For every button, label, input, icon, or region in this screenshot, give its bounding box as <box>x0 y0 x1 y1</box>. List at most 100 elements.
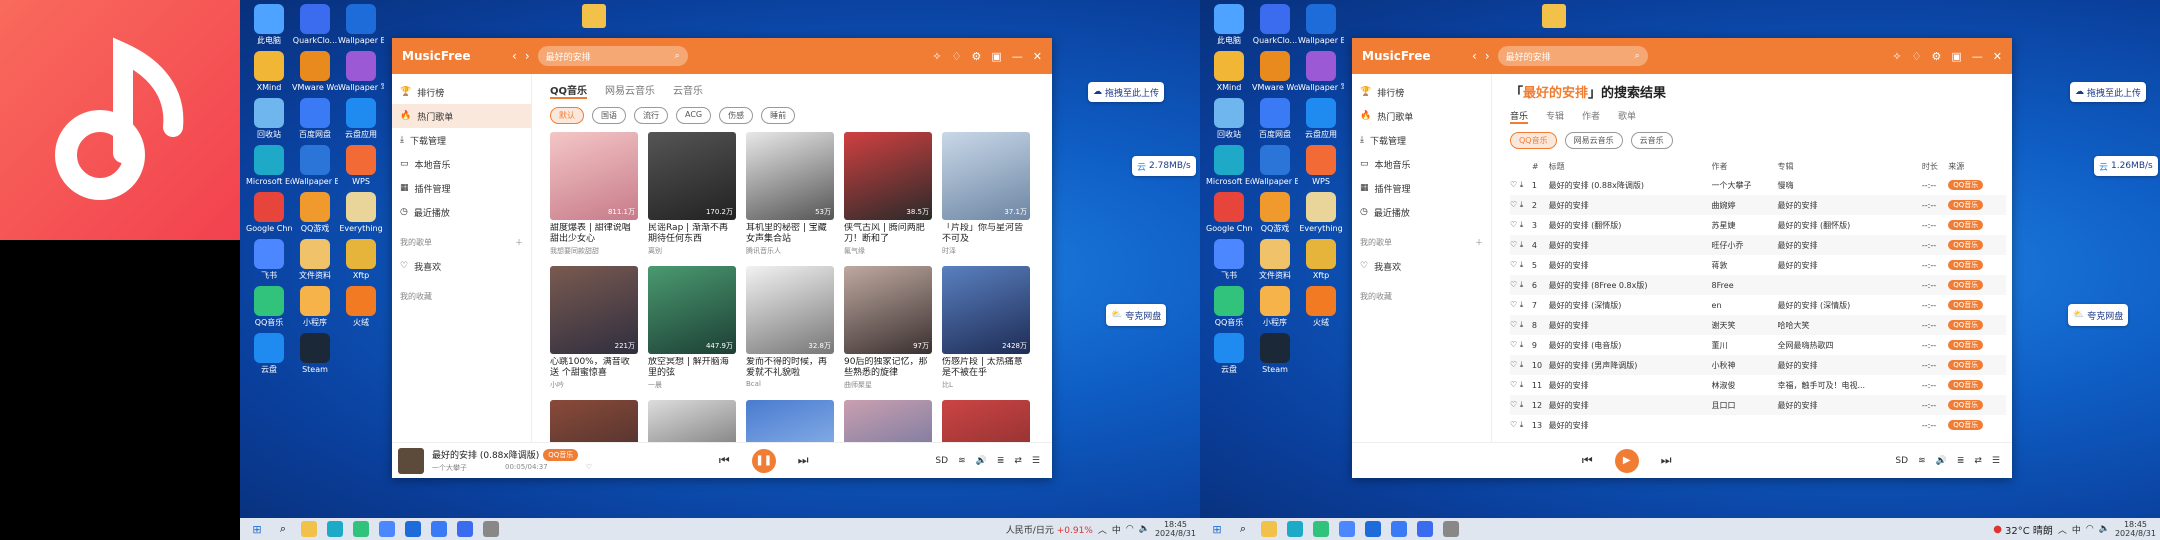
desktop-shortcut[interactable]: QuarkClo... <box>1252 4 1298 50</box>
minimize-icon[interactable]: — <box>1012 50 1023 63</box>
close-icon[interactable]: ✕ <box>1033 50 1042 63</box>
sheet-cover[interactable]: 170.2万 <box>648 132 736 220</box>
clock[interactable]: 18:45 2024/8/31 <box>1155 520 1196 538</box>
sidebar-item-hot[interactable]: 🔥 热门歌单 <box>1352 104 1491 128</box>
app-icon[interactable] <box>1417 521 1433 537</box>
player-option-icon[interactable]: SD <box>935 456 948 466</box>
result-type-tab[interactable]: 音乐 <box>1510 109 1529 124</box>
sheet-cover[interactable]: 2428万 <box>942 266 1030 354</box>
volume-icon[interactable]: 🔈 <box>2099 524 2110 534</box>
player-option-icon[interactable]: ≣ <box>1957 456 1965 466</box>
heart-icon[interactable]: ♡ <box>1510 420 1520 429</box>
source-tag[interactable]: QQ音乐 <box>1948 420 1984 430</box>
add-icon[interactable]: ＋ <box>1475 237 1483 248</box>
result-type-tab[interactable]: 专辑 <box>1546 109 1564 124</box>
sheet-card[interactable]: 811.1万 甜度爆表 | 甜律说唱 甜出少女心 我想要同款甜甜 <box>550 132 638 256</box>
search-input[interactable]: 最好的安排 ⌕ <box>1497 46 1648 66</box>
download-icon[interactable]: ⤓ <box>1520 280 1524 289</box>
play-button[interactable]: ▶ <box>1614 448 1639 473</box>
app-icon[interactable] <box>1339 521 1355 537</box>
file-explorer-icon[interactable] <box>1261 521 1277 537</box>
sidebar-item-rank[interactable]: 🏆 排行榜 <box>392 80 531 104</box>
sidebar-item-local[interactable]: ▭ 本地音乐 <box>1352 152 1491 176</box>
sheet-cover[interactable]: 221万 <box>550 266 638 354</box>
player-option-icon[interactable]: ☰ <box>1992 456 2000 466</box>
shirt-icon[interactable]: ♢ <box>952 50 962 63</box>
settings-icon[interactable]: ⚙ <box>1932 50 1942 63</box>
column-header[interactable]: # <box>1532 157 1549 175</box>
player-option-icon[interactable]: ⇄ <box>1014 456 1022 466</box>
desktop-shortcut[interactable]: WPS <box>338 145 384 191</box>
player-option-icon[interactable]: 🔊 <box>976 456 987 466</box>
heart-icon[interactable]: ♡ <box>1510 400 1520 409</box>
download-icon[interactable]: ⤓ <box>1520 180 1524 189</box>
sheet-card[interactable]: 53万 耳机里的秘密 | 宝藏女声集合站 腾讯音乐人 <box>746 132 834 256</box>
desktop-shortcut[interactable]: Wallpaper Engine <box>338 4 384 50</box>
edge-icon[interactable] <box>327 521 343 537</box>
table-row[interactable]: ♡ ⤓ 8 最好的安排 谢天笑 哈哈大笑 --:-- QQ音乐 <box>1510 315 2006 335</box>
desktop-shortcut[interactable]: VMware Workstati... <box>1252 51 1298 97</box>
table-row[interactable]: ♡ ⤓ 7 最好的安排 (深情版) en 最好的安排 (深情版) --:-- QQ音乐 <box>1510 295 2006 315</box>
minimize-mode-icon[interactable]: ▣ <box>1951 50 1961 63</box>
desktop-shortcut[interactable]: XMind <box>1206 51 1252 97</box>
desktop-shortcut[interactable]: XMind <box>246 51 292 97</box>
desktop-shortcut[interactable]: 文件资料 <box>1252 239 1298 285</box>
app-icon[interactable] <box>1313 521 1329 537</box>
desktop-shortcut[interactable]: 飞书 <box>1206 239 1252 285</box>
source-tag[interactable]: QQ音乐 <box>1948 180 1984 190</box>
sidebar-item-recent[interactable]: ◷ 最近播放 <box>1352 200 1491 224</box>
heart-icon[interactable]: ♡ <box>1510 280 1520 289</box>
desktop-shortcut[interactable]: Microsoft Edge <box>246 145 292 191</box>
desktop-shortcut[interactable]: 云盘应用 <box>1298 98 1344 144</box>
tag-chip[interactable]: 国语 <box>592 107 626 124</box>
search-icon[interactable]: ⌕ <box>1635 51 1640 61</box>
folder-icon[interactable] <box>582 4 606 28</box>
download-icon[interactable]: ⤓ <box>1520 300 1524 309</box>
desktop-shortcut[interactable]: 火绒 <box>1298 286 1344 332</box>
table-row[interactable]: ♡ ⤓ 11 最好的安排 林淑俊 幸福，触手可及！电视... --:-- QQ音乐 <box>1510 375 2006 395</box>
search-icon[interactable]: ⌕ <box>1235 521 1251 537</box>
source-tag[interactable]: QQ音乐 <box>1948 220 1984 230</box>
desktop-shortcut[interactable]: 云盘 <box>1206 333 1252 379</box>
desktop-shortcut[interactable]: QQ游戏 <box>1252 192 1298 238</box>
forward-icon[interactable]: › <box>1485 49 1490 63</box>
tag-chip[interactable]: ACG <box>676 107 712 124</box>
source-tag[interactable]: QQ音乐 <box>1948 240 1984 250</box>
app-icon[interactable] <box>353 521 369 537</box>
column-header[interactable]: 时长 <box>1922 157 1948 175</box>
source-chip[interactable]: 云音乐 <box>1630 132 1673 149</box>
sheet-cover[interactable]: 53万 <box>746 132 834 220</box>
player-option-icon[interactable]: ≋ <box>958 456 966 466</box>
desktop-shortcut[interactable]: Wallpaper Engine <box>1252 145 1298 191</box>
app-icon[interactable] <box>1365 521 1381 537</box>
app-icon[interactable] <box>1443 521 1459 537</box>
desktop-shortcut[interactable]: Wallpaper Engine <box>1298 4 1344 50</box>
app-icon[interactable] <box>405 521 421 537</box>
sheet-cover[interactable] <box>648 400 736 442</box>
table-row[interactable]: ♡ ⤓ 4 最好的安排 旺仔小乔 最好的安排 --:-- QQ音乐 <box>1510 235 2006 255</box>
sheet-card[interactable]: 97万 90后的独家记忆，那 些熟悉的旋律 曲师聚星 <box>844 266 932 390</box>
desktop-shortcut[interactable]: 飞书 <box>246 239 292 285</box>
heart-icon[interactable]: ♡ <box>1510 340 1520 349</box>
sheet-cover[interactable]: 97万 <box>844 266 932 354</box>
source-tag[interactable]: QQ音乐 <box>1948 200 1984 210</box>
heart-icon[interactable]: ♡ <box>586 463 592 473</box>
clock[interactable]: 18:45 2024/8/31 <box>2115 520 2156 538</box>
heart-icon[interactable]: ♡ <box>1510 300 1520 309</box>
sheet-cover[interactable]: 447.9万 <box>648 266 736 354</box>
sheet-card[interactable]: 447.9万 放空冥想 | 解开脑海 里的弦 一晨 <box>648 266 736 390</box>
close-icon[interactable]: ✕ <box>1993 50 2002 63</box>
desktop-shortcut[interactable]: 回收站 <box>1206 98 1252 144</box>
sheet-card[interactable]: 170.2万 民谣Rap | 渐渐不再 期待任何东西 离别 <box>648 132 736 256</box>
desktop-shortcut[interactable]: 文件资料 <box>292 239 338 285</box>
tag-chip[interactable]: 伤感 <box>719 107 754 124</box>
column-header[interactable]: 专辑 <box>1777 157 1921 175</box>
sheet-cover[interactable]: 32.8万 <box>746 266 834 354</box>
sheet-card[interactable]: 38.5万 侠气古风 | 腾问两肥 刀！断和了 氟气缘 <box>844 132 932 256</box>
volume-icon[interactable]: 🔈 <box>1139 524 1150 534</box>
source-tab[interactable]: QQ音乐 <box>550 82 588 99</box>
next-icon[interactable]: ⏭ <box>798 453 809 468</box>
download-icon[interactable]: ⤓ <box>1520 320 1524 329</box>
download-icon[interactable]: ⤓ <box>1520 360 1524 369</box>
column-header[interactable]: 来源 <box>1948 157 2006 175</box>
